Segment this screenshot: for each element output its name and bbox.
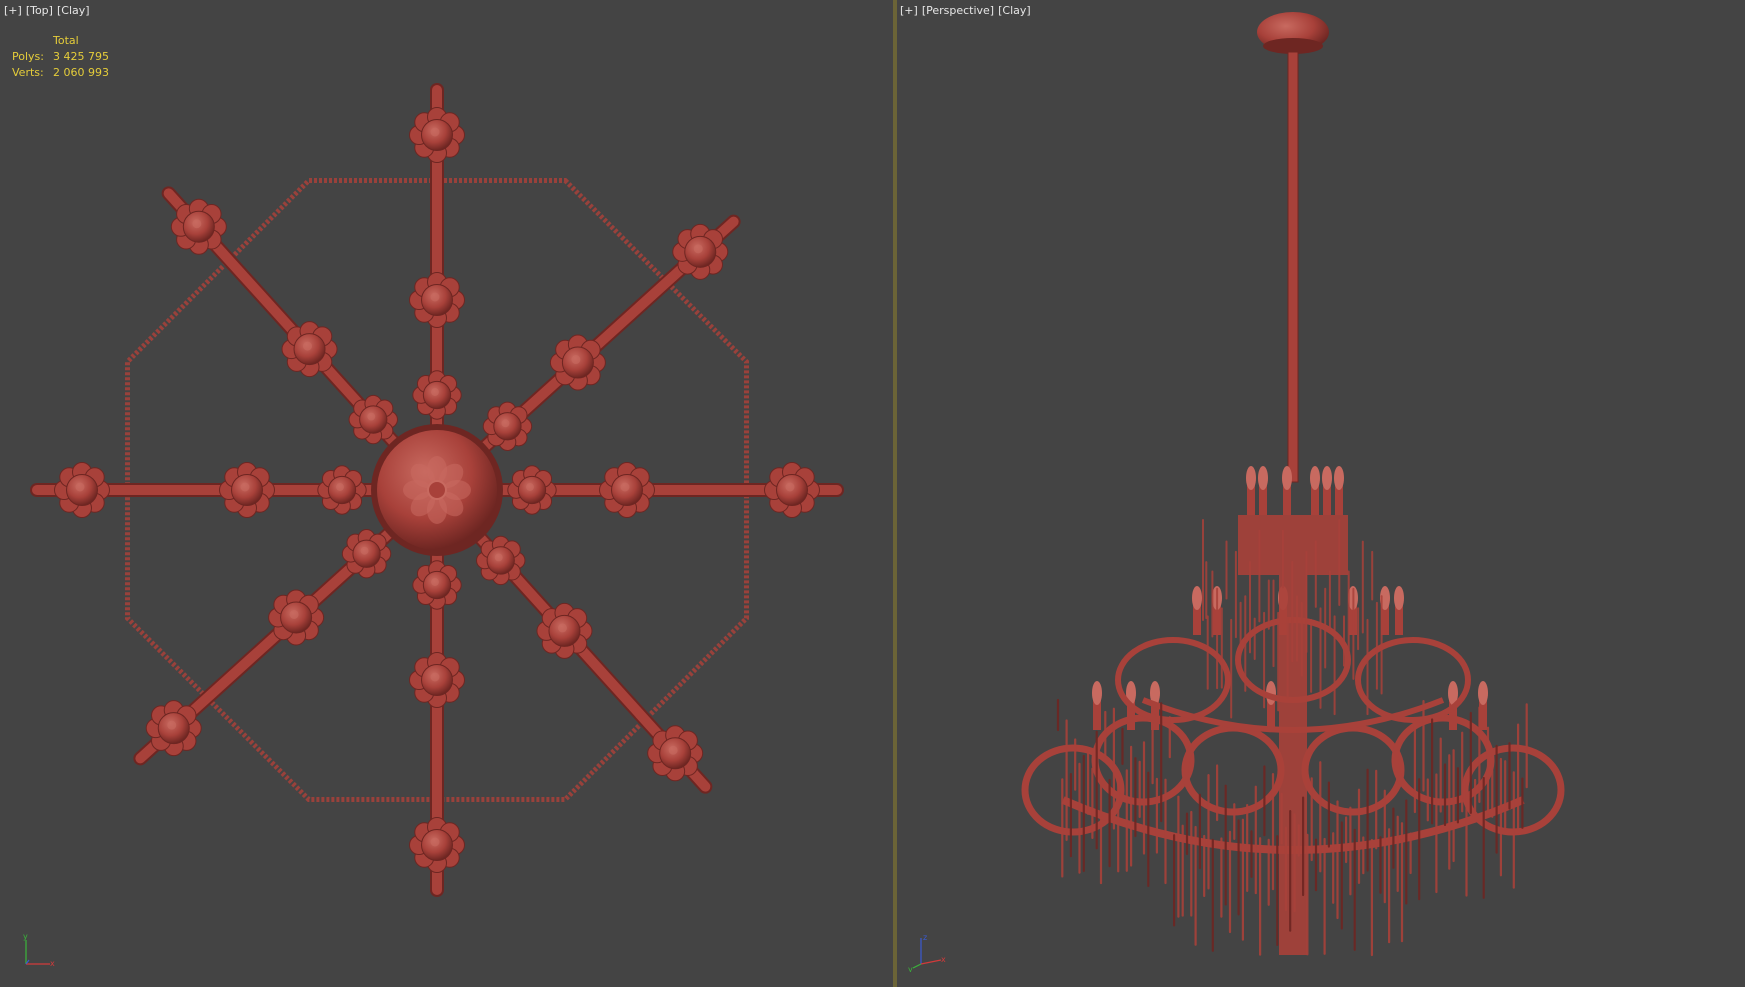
rosette-ornament <box>409 652 465 708</box>
rosette-ornament <box>647 725 704 782</box>
rosette-ornament <box>507 465 557 515</box>
rosette-ornament <box>536 602 593 659</box>
stats-polys-value: 3 425 795 <box>53 50 109 63</box>
axis-gizmo-icon: y x <box>23 932 55 968</box>
perspective-viewport[interactable]: [+] [Perspective] [Clay] z x y <box>897 0 1745 987</box>
top-view-geometry <box>30 83 844 897</box>
candle-flame <box>1258 466 1268 490</box>
rosette-ornament <box>145 700 202 757</box>
rosette-ornament <box>672 223 729 280</box>
svg-text:y: y <box>908 965 913 972</box>
perspective-geometry <box>1021 12 1565 957</box>
viewport-menu-plus[interactable]: [+] <box>900 4 918 17</box>
stats-verts-value: 2 060 993 <box>53 66 109 79</box>
svg-text:y: y <box>23 932 28 941</box>
rosette-ornament <box>409 107 465 163</box>
stats-verts-row: Verts: 2 060 993 <box>12 65 109 81</box>
rosette-ornament <box>317 465 367 515</box>
stats-polys-label: Polys: <box>12 50 44 63</box>
perspective-viewport-label[interactable]: [+] [Perspective] [Clay] <box>900 4 1035 17</box>
chandelier-perspective-view <box>1021 12 1565 957</box>
rosette-ornament <box>348 394 398 445</box>
rosette-ornament <box>54 462 110 518</box>
rosette-ornament <box>281 321 338 378</box>
rosette-ornament <box>412 370 462 420</box>
scene-statistics: Total Polys: 3 425 795 Verts: 2 060 993 <box>12 33 109 81</box>
chandelier-top-view <box>30 83 844 897</box>
viewport-point-of-view-menu[interactable]: [Top] <box>26 4 53 17</box>
rosette-ornament <box>549 334 606 391</box>
candle-flame <box>1092 681 1102 705</box>
stats-header: Total <box>53 34 79 47</box>
svg-text:x: x <box>50 959 55 968</box>
candle-flame <box>1310 466 1320 490</box>
rosette-ornament <box>268 589 325 646</box>
rosette-ornament <box>482 401 533 451</box>
candle-flame <box>1334 466 1344 490</box>
rosette-ornament <box>409 272 465 328</box>
svg-text:x: x <box>941 955 946 964</box>
candle-flame <box>1322 466 1332 490</box>
viewport-point-of-view-menu[interactable]: [Perspective] <box>922 4 994 17</box>
suspension-rod <box>1287 51 1299 483</box>
axis-gizmo-icon: z x y <box>908 933 946 972</box>
candle-flame <box>1246 466 1256 490</box>
svg-text:z: z <box>923 933 927 942</box>
viewport-menu-plus[interactable]: [+] <box>4 4 22 17</box>
rosette-ornament <box>219 462 275 518</box>
viewport-shading-menu[interactable]: [Clay] <box>998 4 1031 17</box>
rosette-ornament <box>409 817 465 873</box>
candle-flame <box>1192 586 1202 610</box>
rosette-ornament <box>170 198 227 255</box>
top-viewport[interactable]: [+] [Top] [Clay] Total Polys: 3 425 795 Ve… <box>0 0 893 987</box>
rosette-ornament <box>476 535 526 586</box>
stats-polys-row: Polys: 3 425 795 <box>12 49 109 65</box>
viewport-shading-menu[interactable]: [Clay] <box>57 4 90 17</box>
candle-flame <box>1478 681 1488 705</box>
rosette-ornament <box>341 529 392 579</box>
rosette-ornament <box>764 462 820 518</box>
hub-center <box>427 480 447 500</box>
top-viewport-label[interactable]: [+] [Top] [Clay] <box>4 4 94 17</box>
candle-flame <box>1282 466 1292 490</box>
candle-flame <box>1394 586 1404 610</box>
stats-verts-label: Verts: <box>12 66 44 79</box>
rosette-ornament <box>412 560 462 610</box>
rosette-ornament <box>599 462 655 518</box>
